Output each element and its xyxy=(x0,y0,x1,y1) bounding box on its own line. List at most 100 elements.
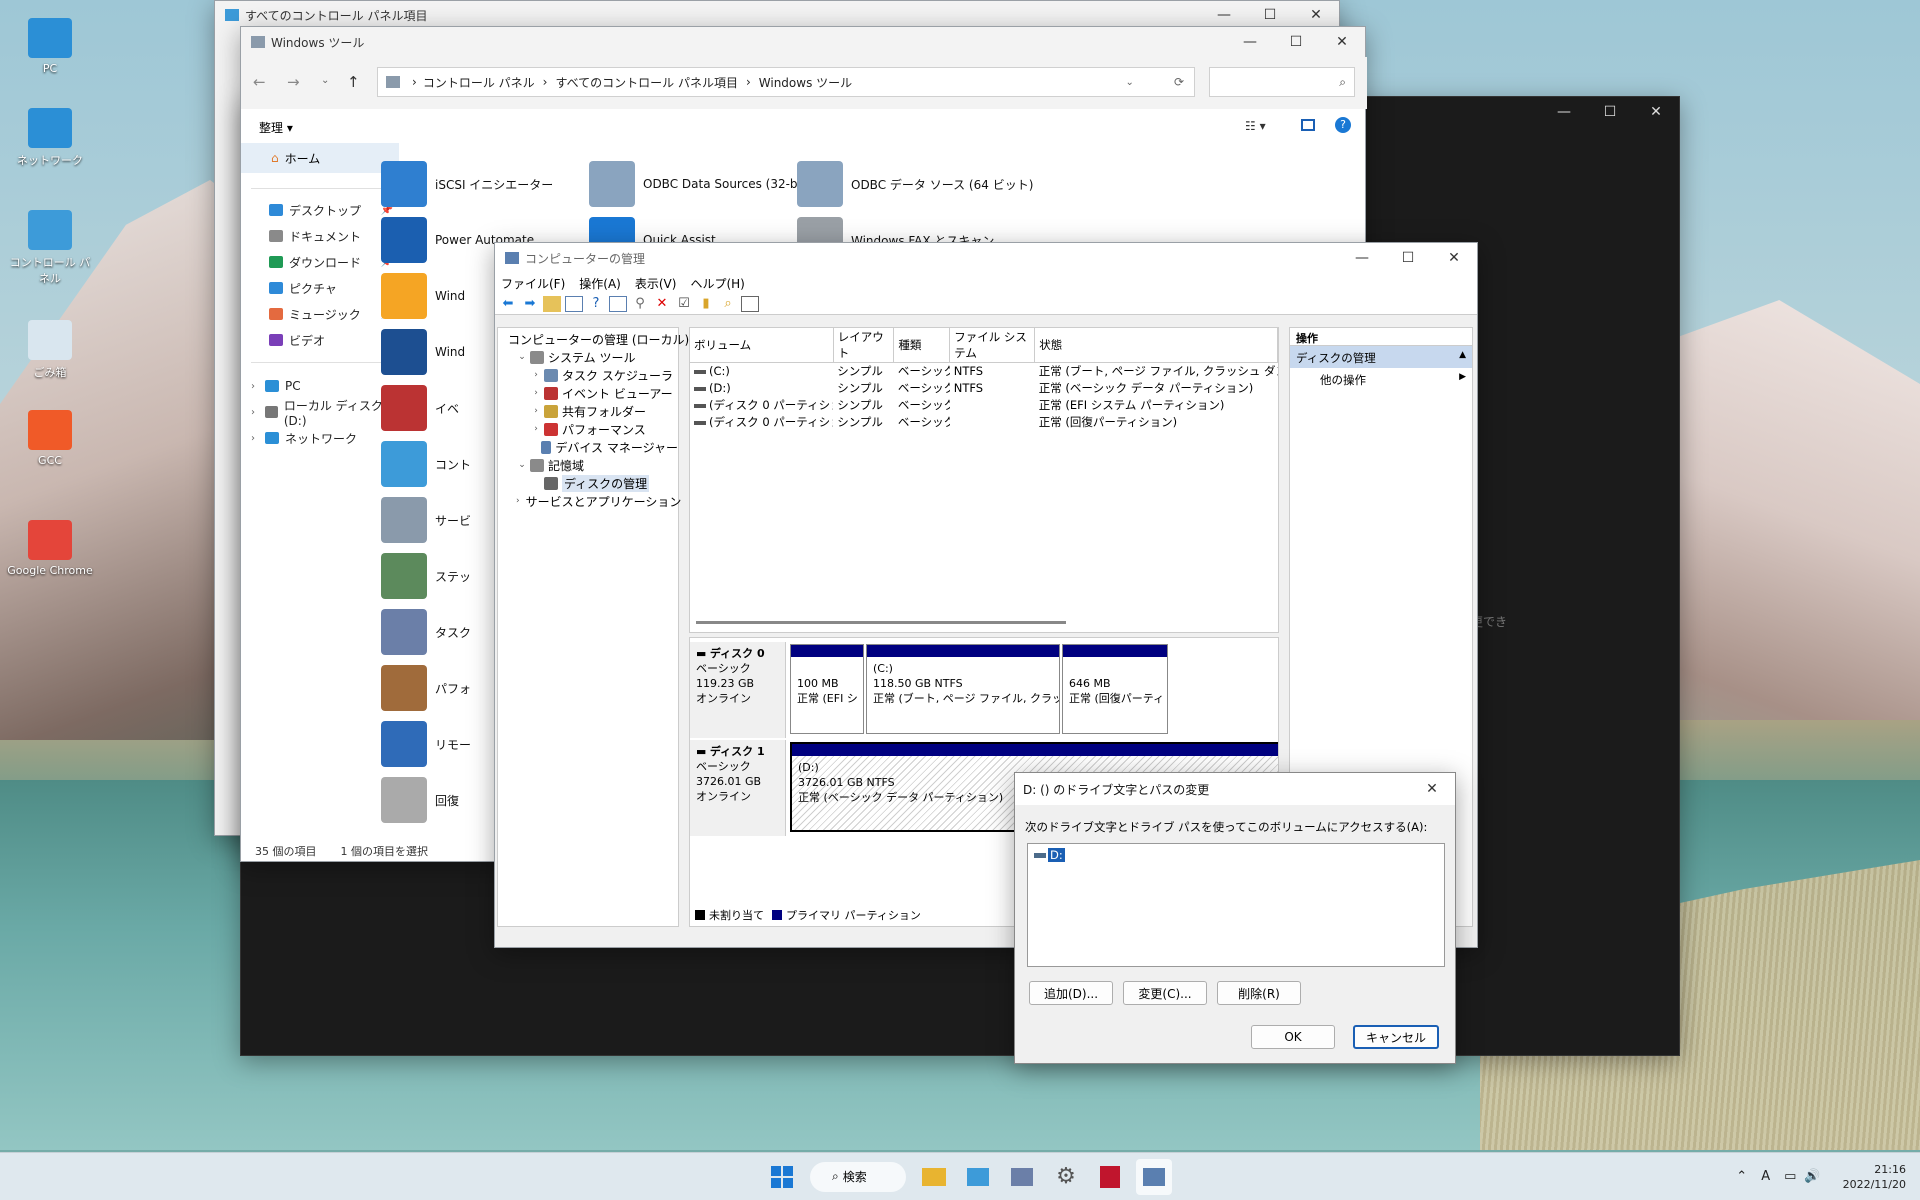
sidebar-item[interactable]: ビデオ📌 xyxy=(241,327,399,353)
connect-icon[interactable]: ⚲ xyxy=(631,296,649,312)
up-folder-icon[interactable] xyxy=(543,295,561,312)
tree-node[interactable]: › タスク スケジューラ xyxy=(498,366,678,384)
breadcrumb-0[interactable]: コントロール パネル xyxy=(423,74,535,91)
recent-dropdown-icon[interactable]: ⌄ xyxy=(321,75,329,86)
expand-icon[interactable]: ⌄ xyxy=(516,352,528,362)
ime-indicator[interactable]: A xyxy=(1761,1169,1770,1184)
refresh-icon[interactable]: ⟳ xyxy=(1174,75,1184,89)
desktop-icon[interactable]: Google Chrome xyxy=(5,520,95,577)
table-row[interactable]: (ディスク 0 パーティション 4) シンプルベーシック 正常 (回復パーティション… xyxy=(690,414,1278,431)
tool-item[interactable]: イベ xyxy=(381,385,459,431)
partition-efi[interactable]: 100 MB 正常 (EFI シ xyxy=(790,644,864,734)
chevron-right-icon[interactable]: › xyxy=(251,407,255,418)
tree-node[interactable]: コンピューターの管理 (ローカル) xyxy=(498,330,689,348)
address-bar[interactable]: › コントロール パネル › すべてのコントロール パネル項目 › Window… xyxy=(377,67,1195,97)
search-box[interactable]: ⌕ 検索 xyxy=(810,1161,906,1192)
preview-pane-icon[interactable] xyxy=(1301,119,1315,131)
expand-icon[interactable]: › xyxy=(530,388,542,398)
tool-item[interactable]: ODBC Data Sources (32-bit) xyxy=(589,161,810,207)
column-header[interactable]: 状態 xyxy=(1034,328,1278,363)
desktop-icon[interactable]: PC xyxy=(5,18,95,75)
column-header[interactable]: ボリューム xyxy=(690,328,834,363)
table-row[interactable]: (ディスク 0 パーティション 1) シンプルベーシック 正常 (EFI システム … xyxy=(690,397,1278,414)
close-icon[interactable]: ✕ xyxy=(1431,243,1477,273)
app-red-icon[interactable] xyxy=(1092,1159,1128,1195)
minimize-icon[interactable]: — xyxy=(1541,97,1587,127)
chevron-down-icon[interactable]: ⌄ xyxy=(1126,77,1134,88)
partition-c[interactable]: (C:) 118.50 GB NTFS 正常 (ブート, ページ ファイル, クラッ… xyxy=(866,644,1060,734)
tool-item[interactable]: 回復 xyxy=(381,777,459,823)
clock[interactable]: 21:16 2022/11/20 xyxy=(1843,1162,1906,1192)
desktop-icon[interactable]: コントロール パネル xyxy=(5,210,95,286)
tool-item[interactable]: パフォ xyxy=(381,665,471,711)
tool-item[interactable]: Wind xyxy=(381,273,465,319)
column-header[interactable]: ファイル システム xyxy=(949,328,1036,363)
search-input[interactable]: ⌕ xyxy=(1209,67,1355,97)
sidebar-item[interactable]: ミュージック📌 xyxy=(241,301,399,327)
partition-recovery[interactable]: 646 MB 正常 (回復パーティ xyxy=(1062,644,1168,734)
volume-icon[interactable]: 🔊 xyxy=(1804,1169,1820,1184)
sidebar-root-item[interactable]: › ネットワーク xyxy=(241,425,399,451)
breadcrumb-1[interactable]: すべてのコントロール パネル項目 xyxy=(555,74,738,91)
sidebar-item[interactable]: ダウンロード📌 xyxy=(241,249,399,275)
maximize-icon[interactable]: ☐ xyxy=(1273,27,1319,57)
menu-item[interactable]: ファイル(F) xyxy=(501,275,565,292)
tool-item[interactable]: ODBC データ ソース (64 ビット) xyxy=(797,161,1033,207)
sidebar-item[interactable]: デスクトップ 📌 xyxy=(241,197,399,223)
desktop-icon[interactable]: ネットワーク xyxy=(5,108,95,168)
sidebar-item[interactable]: ピクチャ📌 xyxy=(241,275,399,301)
sidebar-item-home[interactable]: ⌂ ホーム xyxy=(241,143,399,173)
performance-monitor-icon[interactable] xyxy=(1004,1159,1040,1195)
menu-item[interactable]: 操作(A) xyxy=(579,275,621,292)
tool-item[interactable]: タスク xyxy=(381,609,471,655)
close-icon[interactable]: ✕ xyxy=(1633,97,1679,127)
drive-path-list[interactable]: D: xyxy=(1027,843,1445,967)
start-button[interactable] xyxy=(764,1159,800,1195)
chevron-right-icon[interactable]: › xyxy=(251,381,255,392)
show-tree-icon[interactable] xyxy=(565,295,583,312)
tree-node[interactable]: › パフォーマンス xyxy=(498,420,678,438)
forward-icon[interactable]: → xyxy=(287,73,300,91)
organize-button[interactable]: 整理 ▾ xyxy=(259,119,293,136)
tool-item[interactable]: コント xyxy=(381,441,471,487)
collapse-icon[interactable]: ▲ xyxy=(1459,350,1466,364)
tree-node[interactable]: ディスクの管理 xyxy=(498,474,678,492)
change-button[interactable]: 変更(C)... xyxy=(1123,981,1207,1005)
close-icon[interactable]: ✕ xyxy=(1319,27,1365,57)
tree-node[interactable]: デバイス マネージャー xyxy=(498,438,678,456)
more-actions[interactable]: 他の操作 ▶ xyxy=(1290,368,1472,388)
table-row[interactable]: (C:) シンプル ベーシック NTFS 正常 (ブート, ページ ファイル, クラッシ… xyxy=(690,363,1278,380)
expand-icon[interactable]: › xyxy=(530,406,542,416)
help-icon[interactable]: ? xyxy=(1335,117,1351,133)
sidebar-root-item[interactable]: › ローカル ディスク (D:) xyxy=(241,399,399,428)
horizontal-scrollbar[interactable] xyxy=(696,621,1066,624)
expand-icon[interactable]: › xyxy=(530,370,542,380)
up-icon[interactable]: ↑ xyxy=(347,73,360,91)
help-icon[interactable]: ? xyxy=(587,296,605,312)
network-icon[interactable]: ▭ xyxy=(1784,1169,1796,1184)
control-panel-taskbar-icon[interactable] xyxy=(960,1159,996,1195)
expand-icon[interactable]: › xyxy=(516,496,520,506)
desktop-icon[interactable]: GCC xyxy=(5,410,95,467)
settings-gear-icon[interactable]: ⚙ xyxy=(1048,1159,1084,1195)
tree-node[interactable]: › 共有フォルダー xyxy=(498,402,678,420)
add-button[interactable]: 追加(D)... xyxy=(1029,981,1113,1005)
menu-item[interactable]: 表示(V) xyxy=(635,275,677,292)
table-row[interactable]: (D:) シンプル ベーシック NTFS 正常 (ベーシック データ パーティション) xyxy=(690,380,1278,397)
view-options-icon[interactable]: ☷ ▾ xyxy=(1245,119,1266,133)
tool-item[interactable]: リモー xyxy=(381,721,471,767)
maximize-icon[interactable]: ☐ xyxy=(1385,243,1431,273)
cancel-button[interactable]: キャンセル xyxy=(1353,1025,1439,1049)
drive-letter-dialog[interactable]: D: () のドライブ文字とパスの変更 ✕ 次のドライブ文字とドライブ パスを使… xyxy=(1014,772,1456,1064)
tool-item[interactable]: ステッ xyxy=(381,553,471,599)
forward-icon[interactable]: ➡ xyxy=(521,296,539,312)
tree-node[interactable]: ⌄ 記憶域 xyxy=(498,456,678,474)
tree-node[interactable]: ⌄ システム ツール xyxy=(498,348,678,366)
close-icon[interactable]: ✕ xyxy=(1409,774,1455,804)
minimize-icon[interactable]: — xyxy=(1227,27,1273,57)
sidebar-item[interactable]: ドキュメント📌 xyxy=(241,223,399,249)
tree-node[interactable]: › イベント ビューアー xyxy=(498,384,678,402)
actions-section[interactable]: ディスクの管理 ▲ xyxy=(1290,346,1472,368)
maximize-icon[interactable]: ☐ xyxy=(1587,97,1633,127)
properties-icon[interactable] xyxy=(609,295,627,312)
